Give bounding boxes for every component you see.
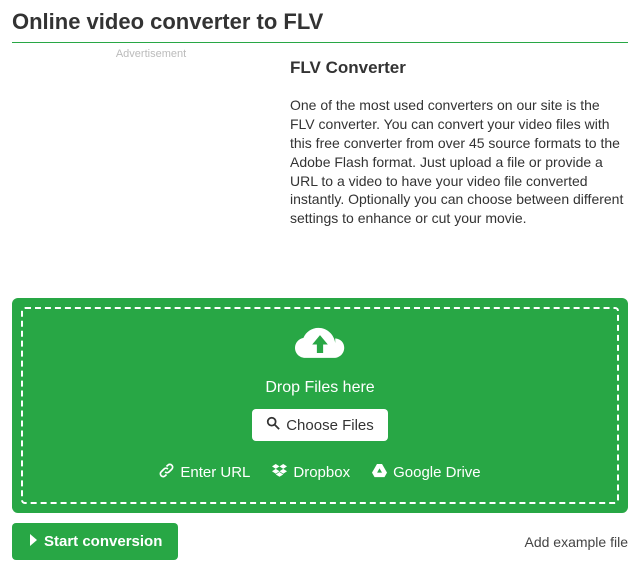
ad-slot: Advertisement: [12, 46, 290, 228]
ad-label: Advertisement: [12, 46, 290, 62]
choose-files-label: Choose Files: [286, 417, 374, 434]
dropbox-label: Dropbox: [293, 464, 350, 481]
google-drive-icon: [372, 463, 387, 482]
choose-files-button[interactable]: Choose Files: [252, 409, 388, 441]
search-icon: [266, 416, 280, 434]
upload-cloud-icon: [295, 327, 345, 365]
description-text: One of the most used converters on our s…: [290, 96, 628, 228]
enter-url-label: Enter URL: [180, 464, 250, 481]
enter-url-button[interactable]: Enter URL: [159, 463, 250, 482]
start-conversion-label: Start conversion: [44, 533, 162, 550]
drop-label: Drop Files here: [265, 379, 374, 397]
section-heading: FLV Converter: [290, 58, 628, 78]
google-drive-button[interactable]: Google Drive: [372, 463, 481, 482]
add-example-file-link[interactable]: Add example file: [524, 534, 628, 550]
file-dropzone[interactable]: Drop Files here Choose Files Enter URL: [12, 298, 628, 513]
start-conversion-button[interactable]: Start conversion: [12, 523, 178, 560]
page-title: Online video converter to FLV: [12, 9, 628, 43]
chevron-right-icon: [28, 533, 38, 550]
google-drive-label: Google Drive: [393, 464, 481, 481]
link-icon: [159, 463, 174, 482]
dropbox-icon: [272, 463, 287, 482]
dropbox-button[interactable]: Dropbox: [272, 463, 350, 482]
